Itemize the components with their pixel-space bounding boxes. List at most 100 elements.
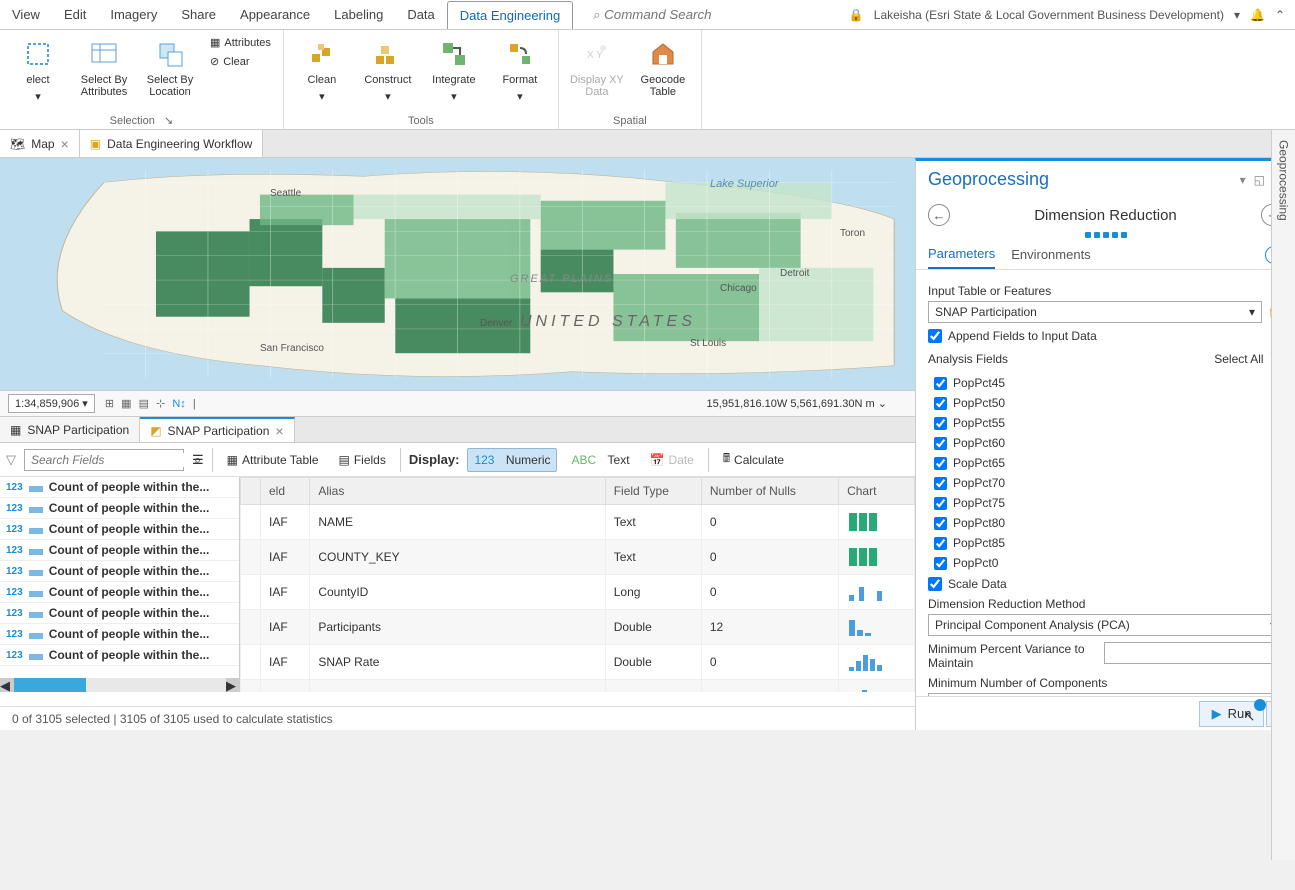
- analysis-field-checkbox[interactable]: PopPct70: [934, 473, 1283, 493]
- grid-icon[interactable]: ▤: [137, 396, 151, 412]
- format-button[interactable]: Format▾: [490, 34, 550, 113]
- calculate-button[interactable]: 🖩Calculate: [717, 445, 790, 474]
- col-header[interactable]: Alias: [310, 478, 605, 505]
- command-search[interactable]: ⌕: [593, 7, 744, 23]
- field-list-item[interactable]: 123Count of people within the...: [0, 498, 239, 519]
- append-fields-checkbox[interactable]: Append Fields to Input Data: [928, 329, 1283, 343]
- clean-button[interactable]: Clean▾: [292, 34, 352, 113]
- analysis-field-checkbox[interactable]: PopPct75: [934, 493, 1283, 513]
- col-header[interactable]: eld: [261, 478, 310, 505]
- measure-icon[interactable]: N↕: [170, 396, 187, 412]
- tab-edit[interactable]: Edit: [52, 1, 98, 28]
- col-header[interactable]: Field Type: [605, 478, 701, 505]
- field-list-item[interactable]: 123Count of people within the...: [0, 519, 239, 540]
- field-list-item[interactable]: 123Count of people within the...: [0, 540, 239, 561]
- analysis-field-checkbox[interactable]: PopPct60: [934, 433, 1283, 453]
- doc-tab-map[interactable]: 🗺 Map ×: [0, 130, 80, 157]
- field-list-item[interactable]: 123Count of people within the...: [0, 603, 239, 624]
- search-fields-input[interactable]: [31, 453, 188, 467]
- map-canvas[interactable]: RTH CIFIC EAN UNITED STATES GREAT PLAINS…: [0, 158, 915, 390]
- tab-imagery[interactable]: Imagery: [98, 1, 169, 28]
- table-icon: ▦: [10, 423, 21, 437]
- field-list-item[interactable]: 123Count of people within the...: [0, 624, 239, 645]
- search-fields[interactable]: ⌕: [24, 449, 184, 471]
- geocode-table-button[interactable]: Geocode Table: [633, 34, 693, 113]
- select-button[interactable]: elect▾: [8, 34, 68, 112]
- tab-appearance[interactable]: Appearance: [228, 1, 322, 28]
- table-row[interactable]: IAFSNAP RateDouble0: [241, 645, 915, 680]
- analysis-field-checkbox[interactable]: PopPct50: [934, 393, 1283, 413]
- field-list-item[interactable]: 123Count of people within the...: [0, 477, 239, 498]
- user-name[interactable]: Lakeisha (Esri State & Local Government …: [874, 8, 1224, 22]
- analysis-field-checkbox[interactable]: PopPct85: [934, 533, 1283, 553]
- table-row[interactable]: oun2018 Median Household Income (Esri)Lo…: [241, 680, 915, 693]
- user-dropdown-icon[interactable]: ▾: [1234, 8, 1240, 22]
- fields-button[interactable]: ▤Fields: [333, 449, 392, 471]
- collapse-ribbon-icon[interactable]: ⌃: [1275, 8, 1285, 22]
- tab-labeling[interactable]: Labeling: [322, 1, 395, 28]
- attributes-button[interactable]: ▦Attributes: [206, 34, 275, 51]
- gp-body[interactable]: Input Table or Features SNAP Participati…: [916, 270, 1295, 696]
- gp-menu-icon[interactable]: ▾: [1240, 173, 1246, 187]
- min-pct-label: Minimum Percent Variance to Maintain: [928, 642, 1098, 670]
- table-row[interactable]: IAFNAMEText0: [241, 505, 915, 540]
- tab-view[interactable]: View: [0, 1, 52, 28]
- hscroll-fields[interactable]: ◀▶: [0, 678, 240, 692]
- sparkline-icon: [29, 587, 43, 597]
- select-by-attributes-button[interactable]: Select By Attributes: [74, 34, 134, 112]
- display-numeric-button[interactable]: 123 Numeric: [467, 448, 557, 472]
- numeric-icon: 123: [6, 482, 23, 493]
- input-table-select[interactable]: SNAP Participation▾: [928, 301, 1262, 323]
- analysis-field-checkbox[interactable]: PopPct55: [934, 413, 1283, 433]
- select-by-loc-label: Select By Location: [142, 74, 198, 98]
- bottom-tab-table[interactable]: ▦ SNAP Participation: [0, 417, 140, 442]
- back-button[interactable]: ←: [928, 204, 950, 226]
- command-search-input[interactable]: [604, 7, 744, 22]
- tab-data-engineering[interactable]: Data Engineering: [447, 1, 573, 29]
- notifications-icon[interactable]: 🔔: [1250, 8, 1265, 22]
- menu-icon[interactable]: ☰: [192, 452, 204, 468]
- tab-data[interactable]: Data: [395, 1, 446, 28]
- close-icon[interactable]: ×: [275, 423, 283, 439]
- display-text-button[interactable]: ABC Text: [565, 449, 635, 471]
- clear-button[interactable]: ⊘Clear: [206, 53, 275, 70]
- filter-icon[interactable]: ▽: [6, 452, 16, 468]
- clean-icon: [306, 38, 338, 70]
- analysis-field-checkbox[interactable]: PopPct45: [934, 373, 1283, 393]
- table-row[interactable]: IAFParticipantsDouble12: [241, 610, 915, 645]
- table-row[interactable]: IAFCountyIDLong0: [241, 575, 915, 610]
- select-by-location-button[interactable]: Select By Location: [140, 34, 200, 112]
- zoom-to-icon[interactable]: ▦: [119, 396, 133, 412]
- right-rail[interactable]: Geoprocessing: [1271, 130, 1295, 860]
- run-button[interactable]: ▶ Run ↖: [1199, 701, 1265, 727]
- col-header[interactable]: Chart: [839, 478, 915, 505]
- scale-data-checkbox[interactable]: Scale Data: [928, 577, 1283, 591]
- gp-tab-parameters[interactable]: Parameters: [928, 240, 995, 269]
- close-icon[interactable]: ×: [61, 136, 69, 152]
- method-select[interactable]: Principal Component Analysis (PCA)▾: [928, 614, 1283, 636]
- select-all-button[interactable]: Select All: [1214, 352, 1263, 366]
- map-scale[interactable]: 1:34,859,906 ▾: [8, 394, 95, 413]
- integrate-button[interactable]: Integrate▾: [424, 34, 484, 113]
- bottom-tab-stats[interactable]: ◩ SNAP Participation ×: [140, 417, 294, 442]
- snap-icon[interactable]: ⊹: [154, 396, 167, 412]
- field-list[interactable]: 123Count of people within the...123Count…: [0, 477, 240, 692]
- analysis-field-checkbox[interactable]: PopPct65: [934, 453, 1283, 473]
- field-list-item[interactable]: 123Count of people within the...: [0, 561, 239, 582]
- field-list-item[interactable]: 123Count of people within the...: [0, 582, 239, 603]
- display-date-button[interactable]: 📅Date: [644, 449, 700, 471]
- doc-tab-workflow[interactable]: ▣ Data Engineering Workflow: [80, 130, 264, 157]
- analysis-field-checkbox[interactable]: PopPct80: [934, 513, 1283, 533]
- gp-dock-icon[interactable]: ◱: [1254, 173, 1265, 187]
- attribute-table-button[interactable]: ▦Attribute Table: [221, 449, 325, 471]
- gp-tab-environments[interactable]: Environments: [1011, 241, 1090, 268]
- col-header[interactable]: Number of Nulls: [701, 478, 838, 505]
- field-list-item[interactable]: 123Count of people within the...: [0, 645, 239, 666]
- min-pct-input[interactable]: [1104, 642, 1283, 664]
- tab-share[interactable]: Share: [169, 1, 228, 28]
- stats-table[interactable]: eldAliasField TypeNumber of NullsChart I…: [240, 477, 915, 692]
- extent-icon[interactable]: ⊞: [103, 396, 116, 412]
- analysis-field-checkbox[interactable]: PopPct0: [934, 553, 1283, 573]
- table-row[interactable]: IAFCOUNTY_KEYText0: [241, 540, 915, 575]
- construct-button[interactable]: Construct▾: [358, 34, 418, 113]
